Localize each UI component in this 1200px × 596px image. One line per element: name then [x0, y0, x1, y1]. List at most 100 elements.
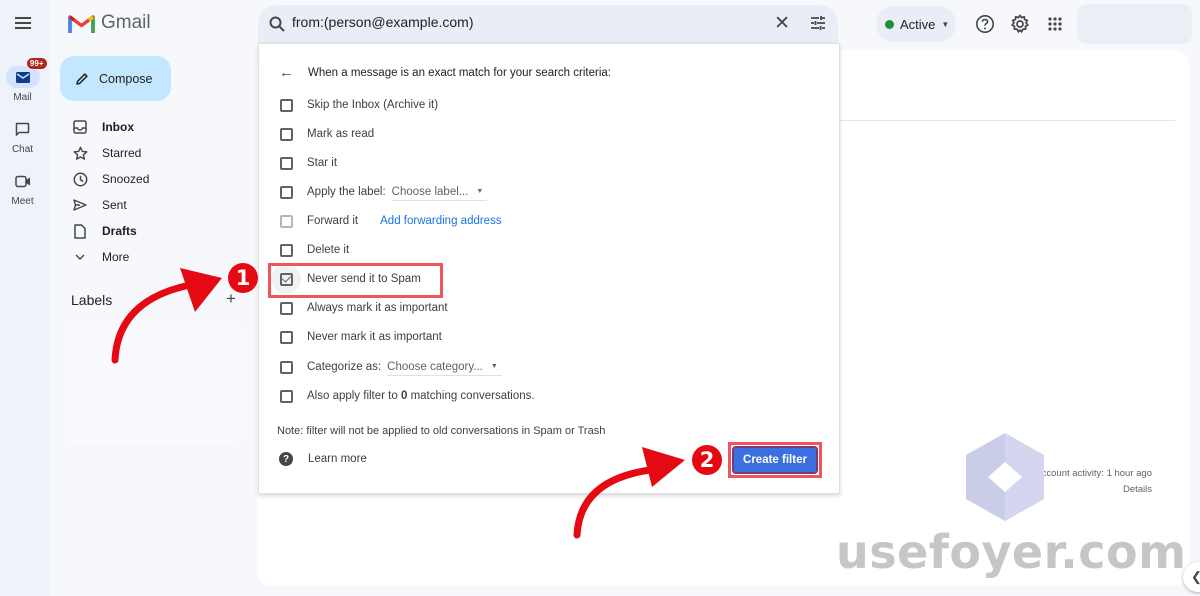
back-arrow-icon[interactable]: ←: [279, 64, 294, 81]
select-value: Choose category...: [387, 360, 483, 373]
categorize-checkbox[interactable]: [280, 360, 293, 374]
search-input[interactable]: [292, 14, 772, 30]
learn-more-label: Learn more: [308, 453, 367, 465]
sidebar-item-drafts[interactable]: Drafts: [72, 220, 242, 242]
gmail-logo[interactable]: Gmail: [68, 12, 151, 34]
caret-down-icon: ▼: [490, 363, 498, 370]
status-selector[interactable]: Active ▼: [876, 6, 956, 42]
highlight-create-filter: [728, 442, 822, 478]
filter-option-delete: Delete it: [279, 240, 349, 260]
compose-label: Compose: [99, 71, 153, 86]
arrow-1-head: [180, 268, 222, 312]
star-icon: [73, 146, 87, 160]
chevron-down-icon: ▼: [941, 19, 950, 29]
tune-icon[interactable]: [810, 15, 826, 31]
help-icon: [976, 15, 994, 33]
skip-inbox-checkbox[interactable]: [280, 98, 293, 112]
labels-list: [66, 320, 241, 445]
filter-option-apply-existing: Also apply filter to 0 matching conversa…: [279, 386, 535, 406]
filter-option-forward: Forward it Add forwarding address: [279, 211, 502, 231]
video-icon: [14, 175, 30, 187]
send-icon: [73, 199, 87, 211]
select-value: Choose label...: [391, 185, 469, 198]
mark-read-checkbox[interactable]: [280, 127, 293, 141]
step-2-marker: 2: [692, 445, 722, 475]
compose-button[interactable]: Compose: [60, 56, 171, 101]
sidebar-item-more[interactable]: More: [72, 246, 242, 268]
sidebar-item-label: Starred: [102, 146, 142, 160]
apply-label-checkbox[interactable]: [280, 185, 293, 199]
app-rail: 99+ Mail Chat Meet: [0, 0, 50, 596]
account-area[interactable]: [1077, 4, 1192, 44]
highlight-never-spam: [268, 263, 443, 298]
status-label: Active: [900, 16, 936, 32]
sidebar-item-starred[interactable]: Starred: [72, 142, 242, 164]
search-icon[interactable]: [268, 15, 286, 33]
rail-label: Meet: [11, 196, 34, 207]
filter-option-never-important: Never mark it as important: [279, 327, 442, 347]
sidebar-item-label: Snoozed: [102, 172, 150, 186]
option-label: Never mark it as important: [307, 331, 442, 343]
always-important-checkbox[interactable]: [280, 301, 293, 315]
sidebar-item-snoozed[interactable]: Snoozed: [72, 168, 242, 190]
rail-item-chat[interactable]: Chat: [0, 118, 45, 155]
draft-icon: [74, 223, 86, 239]
option-label: Apply the label:: [307, 186, 386, 198]
option-label: Always mark it as important: [307, 302, 448, 314]
filter-option-apply-label: Apply the label: Choose label... ▼: [279, 182, 488, 202]
help-button[interactable]: [974, 13, 996, 35]
mail-icon: [15, 71, 30, 83]
rail-label: Mail: [13, 92, 32, 103]
pencil-icon: [76, 72, 88, 85]
gmail-m-icon: [68, 14, 95, 33]
add-forwarding-address-link[interactable]: Add forwarding address: [380, 215, 501, 227]
main-menu-button[interactable]: [11, 12, 35, 36]
apply-existing-checkbox[interactable]: [280, 389, 293, 403]
chevron-down-icon: [75, 254, 85, 260]
divider: [838, 120, 1175, 121]
watermark-text: usefoyer.com: [836, 525, 1187, 579]
forward-checkbox[interactable]: [280, 214, 293, 228]
option-label: Also apply filter to 0 matching conversa…: [307, 390, 535, 402]
settings-button[interactable]: [1009, 13, 1031, 35]
learn-more-link[interactable]: ? Learn more: [279, 452, 367, 466]
filter-option-categorize: Categorize as: Choose category... ▼: [279, 357, 502, 377]
star-it-checkbox[interactable]: [280, 156, 293, 170]
rail-item-meet[interactable]: Meet: [0, 170, 45, 207]
clock-icon: [73, 172, 87, 186]
chat-icon: [15, 122, 30, 136]
option-label: Star it: [307, 157, 338, 169]
sidebar-item-inbox[interactable]: Inbox: [72, 116, 242, 138]
filter-option-always-important: Always mark it as important: [279, 298, 448, 318]
category-select[interactable]: Choose category... ▼: [387, 359, 502, 376]
sidebar-item-label: Inbox: [102, 120, 134, 134]
apps-grid-icon: [1048, 17, 1062, 31]
chevron-left-icon: ❮: [1191, 569, 1200, 584]
filter-option-star: Star it: [279, 153, 337, 173]
sidebar-item-sent[interactable]: Sent: [72, 194, 242, 216]
delete-checkbox[interactable]: [280, 243, 293, 257]
never-important-checkbox[interactable]: [280, 330, 293, 344]
app-name: Gmail: [101, 12, 151, 33]
option-label: Skip the Inbox (Archive it): [307, 99, 439, 111]
step-1-marker: 1: [228, 263, 258, 293]
apps-button[interactable]: [1044, 13, 1066, 35]
sidebar-item-label: More: [102, 250, 130, 264]
option-label: Forward it: [307, 215, 359, 227]
search-bar[interactable]: ✕: [258, 5, 838, 43]
help-icon: ?: [279, 452, 293, 466]
close-icon[interactable]: ✕: [774, 14, 790, 34]
option-label: Mark as read: [307, 128, 375, 140]
sidebar-item-label: Drafts: [102, 224, 137, 238]
status-dot-icon: [885, 19, 894, 29]
rail-item-mail[interactable]: 99+ Mail: [0, 57, 48, 103]
option-label: Delete it: [307, 244, 350, 256]
filter-option-skip-inbox: Skip the Inbox (Archive it): [279, 95, 438, 115]
rail-label: Chat: [11, 144, 34, 155]
option-label: Categorize as:: [307, 361, 382, 373]
add-label-button[interactable]: +: [226, 289, 236, 309]
sidebar-item-label: Sent: [102, 198, 127, 212]
label-select[interactable]: Choose label... ▼: [391, 184, 488, 201]
filter-note: Note: filter will not be applied to old …: [277, 425, 606, 437]
gear-icon: [1010, 14, 1030, 34]
